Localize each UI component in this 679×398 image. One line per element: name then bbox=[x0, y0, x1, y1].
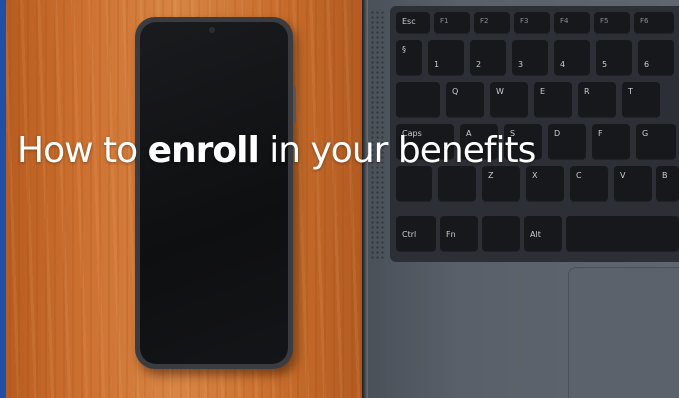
key-f5: F5 bbox=[594, 12, 630, 34]
heading-emphasis: enroll bbox=[147, 130, 260, 171]
key-3: 3 bbox=[512, 40, 548, 76]
key-w: W bbox=[490, 82, 528, 118]
key-q: Q bbox=[446, 82, 484, 118]
key-1: 1 bbox=[428, 40, 464, 76]
key-x: X bbox=[526, 166, 564, 202]
key-windows bbox=[482, 216, 520, 252]
key-v: V bbox=[614, 166, 652, 202]
key-alt: Alt bbox=[524, 216, 562, 252]
key-z: Z bbox=[482, 166, 520, 202]
key-f2: F2 bbox=[474, 12, 510, 34]
key-ctrl: Ctrl bbox=[396, 216, 436, 252]
phone-screen bbox=[140, 22, 288, 364]
key-b: B bbox=[656, 166, 679, 202]
key-c: C bbox=[570, 166, 608, 202]
key-r: R bbox=[578, 82, 616, 118]
key-space bbox=[566, 216, 679, 252]
hero-image: Esc F1 F2 F3 F4 F5 F6 § 1 2 3 4 5 6 Q W … bbox=[0, 0, 679, 398]
key-fn: Fn bbox=[440, 216, 478, 252]
key-f3: F3 bbox=[514, 12, 550, 34]
frame-edge bbox=[0, 0, 6, 398]
phone-side-button bbox=[293, 87, 296, 123]
laptop-edge bbox=[362, 0, 368, 398]
key-g: G bbox=[636, 124, 676, 160]
key-f: F bbox=[592, 124, 630, 160]
key-4: 4 bbox=[554, 40, 590, 76]
key-f6: F6 bbox=[634, 12, 674, 34]
key-f1: F1 bbox=[434, 12, 470, 34]
key-d: D bbox=[548, 124, 586, 160]
key-2: 2 bbox=[470, 40, 506, 76]
key-section: § bbox=[396, 40, 422, 76]
key-shift bbox=[396, 166, 432, 202]
key-esc: Esc bbox=[396, 12, 430, 34]
key-6: 6 bbox=[638, 40, 674, 76]
key-backslash bbox=[438, 166, 476, 202]
key-t: T bbox=[622, 82, 660, 118]
hero-heading: How to enroll in your benefits bbox=[17, 130, 536, 171]
phone-camera bbox=[209, 27, 215, 33]
laptop-touchpad bbox=[568, 267, 679, 398]
key-tab bbox=[396, 82, 440, 118]
key-e: E bbox=[534, 82, 572, 118]
key-5: 5 bbox=[596, 40, 632, 76]
key-f4: F4 bbox=[554, 12, 590, 34]
smartphone bbox=[135, 17, 296, 369]
